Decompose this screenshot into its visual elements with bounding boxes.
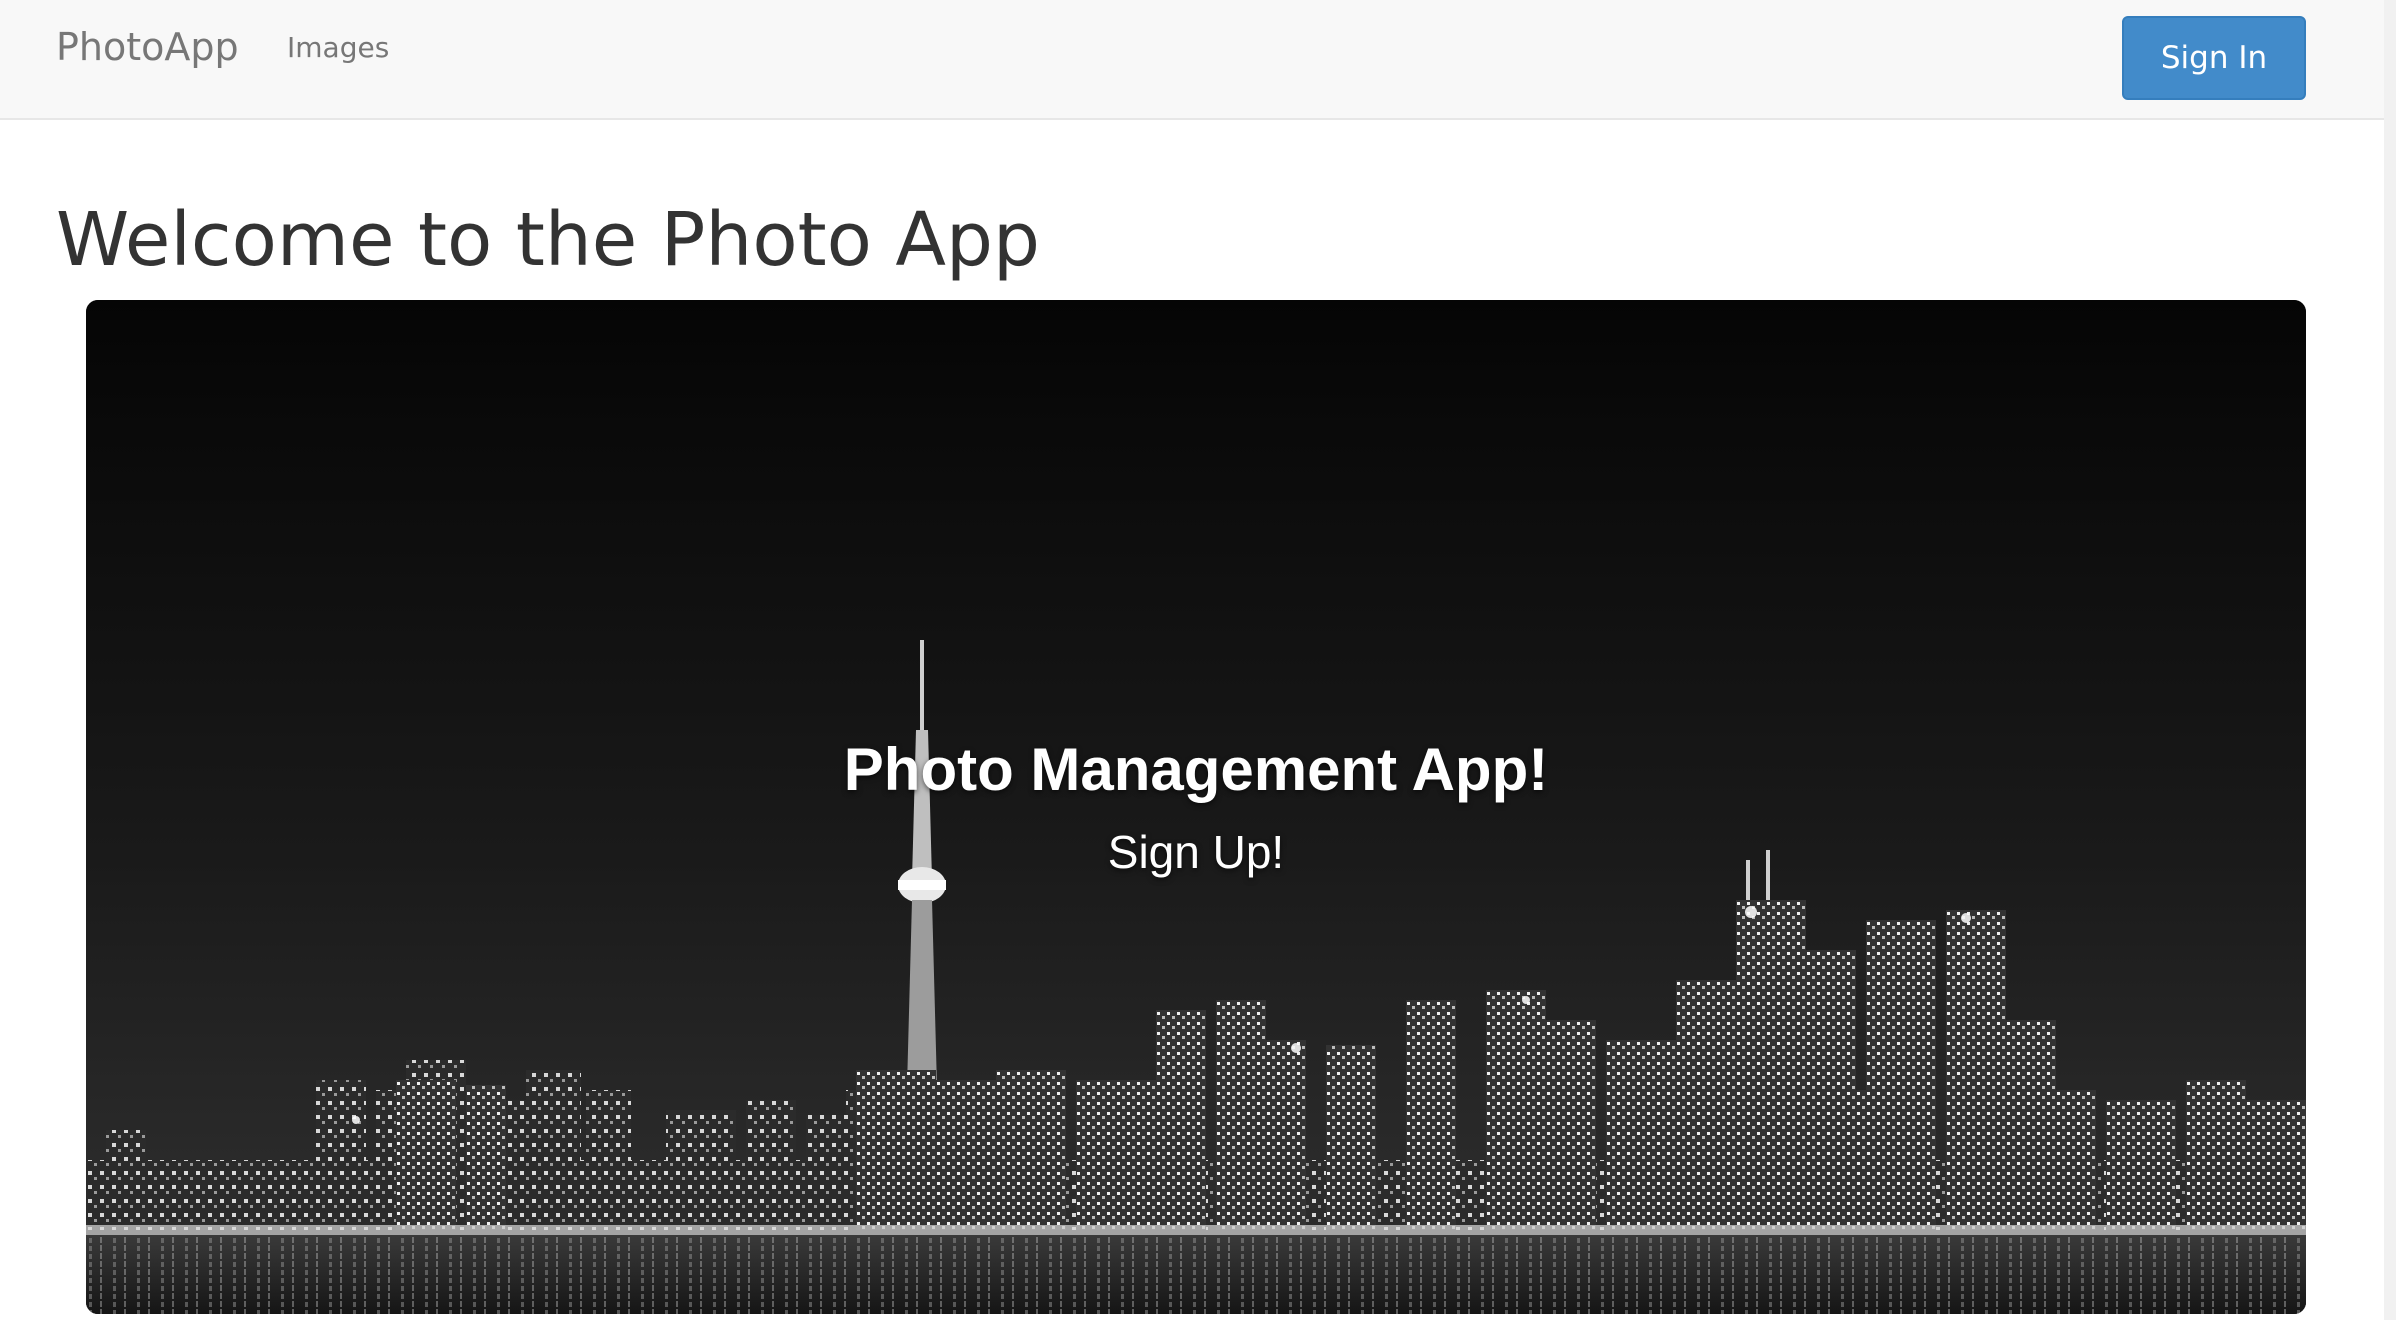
brand-link[interactable]: PhotoApp	[56, 22, 239, 72]
sign-in-button[interactable]: Sign In	[2122, 16, 2306, 100]
hero-heading: Photo Management App!	[843, 736, 1549, 803]
hero-banner: Photo Management App! Sign Up!	[86, 300, 2306, 1314]
nav-link-images[interactable]: Images	[287, 28, 389, 68]
top-navbar: PhotoApp Images Sign In	[0, 0, 2396, 120]
page-title: Welcome to the Photo App	[56, 197, 1040, 283]
sign-up-link[interactable]: Sign Up!	[1086, 820, 1306, 884]
page-scrollbar[interactable]	[2384, 0, 2396, 1320]
